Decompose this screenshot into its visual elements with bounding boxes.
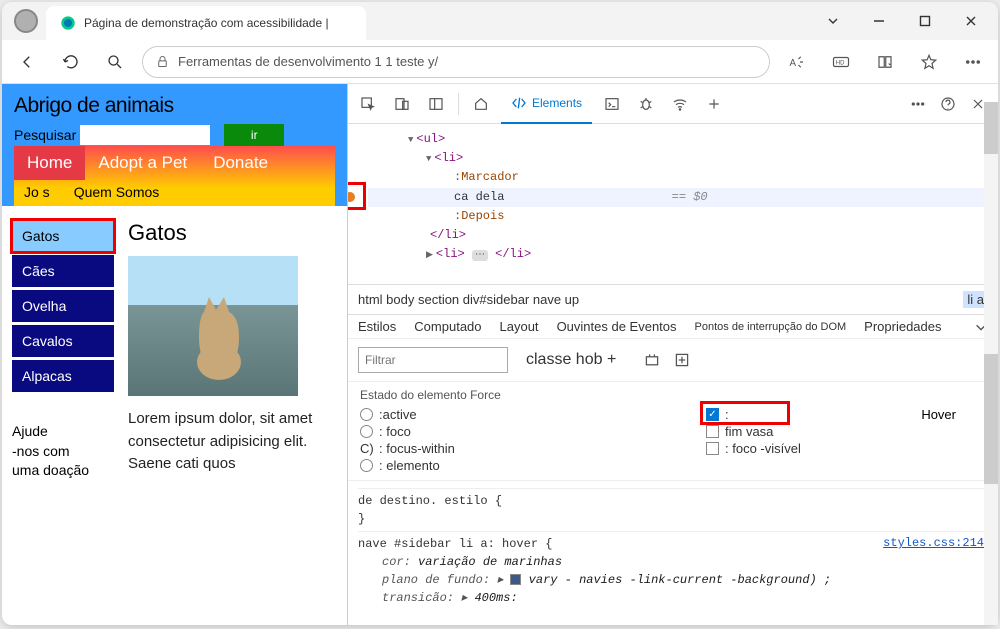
nav-jos[interactable]: Jo s	[24, 184, 50, 200]
bug-icon[interactable]	[632, 90, 660, 118]
sidebar-item-cavalos[interactable]: Cavalos	[12, 325, 114, 357]
welcome-icon[interactable]	[467, 90, 495, 118]
tab-eventos[interactable]: Ouvintes de Eventos	[557, 319, 677, 334]
address-bar[interactable]	[142, 46, 770, 78]
more-icon[interactable]	[904, 90, 932, 118]
sidebar-item-ovelha[interactable]: Ovelha	[12, 290, 114, 322]
site-title: Abrigo de animais	[14, 94, 335, 118]
chevron-down-icon[interactable]	[810, 5, 856, 37]
styles-tabs: Estilos Computado Layout Ouvintes de Eve…	[348, 315, 998, 339]
network-icon[interactable]	[666, 90, 694, 118]
radio-foco[interactable]	[360, 425, 373, 438]
back-button[interactable]	[10, 45, 44, 79]
nav-home[interactable]: Home	[14, 146, 85, 180]
device-icon[interactable]	[388, 90, 416, 118]
titlebar: Página de demonstração com acessibilidad…	[2, 2, 998, 40]
page-heading: Gatos	[128, 220, 337, 246]
tab-console-icon[interactable]	[598, 90, 626, 118]
scroll-thumb[interactable]	[984, 102, 998, 154]
search-icon[interactable]	[98, 45, 132, 79]
browser-toolbar: A HD	[2, 40, 998, 84]
panel-icon[interactable]	[422, 90, 450, 118]
refresh-button[interactable]	[54, 45, 88, 79]
help-icon[interactable]	[934, 90, 962, 118]
go-button[interactable]: ir	[224, 124, 284, 146]
tab-dom-bp[interactable]: Pontos de interrupção do DOM	[695, 321, 847, 333]
nav-quem[interactable]: Quem Somos	[74, 184, 160, 200]
browser-tab[interactable]: Página de demonstração com acessibilidad…	[46, 6, 366, 40]
devtools-toolbar: Elements	[348, 84, 998, 124]
sidebar-item-gatos[interactable]: Gatos	[12, 220, 114, 252]
cat-image	[128, 256, 298, 396]
filter-input[interactable]	[358, 347, 508, 373]
maximize-button[interactable]	[902, 5, 948, 37]
minimize-button[interactable]	[856, 5, 902, 37]
highlight-box	[700, 401, 790, 425]
favorite-icon[interactable]	[912, 45, 946, 79]
checkbox-foco-visivel[interactable]	[706, 442, 719, 455]
avatar-icon	[14, 9, 38, 33]
edge-favicon-icon	[60, 15, 76, 31]
lock-icon	[155, 54, 170, 69]
webpage: Abrigo de animais Pesquisar ir Home Adop…	[2, 84, 347, 625]
more-icon[interactable]	[956, 45, 990, 79]
scrollbar[interactable]	[984, 102, 998, 625]
hd-icon[interactable]: HD	[824, 45, 858, 79]
svg-text:A: A	[790, 57, 797, 68]
breadcrumb[interactable]: html body section div#sidebar nave up li…	[348, 284, 998, 315]
inspect-icon[interactable]	[354, 90, 382, 118]
force-state-panel: Estado do elemento Force :active : foco …	[348, 381, 998, 481]
filter-row: classe hob +	[348, 339, 998, 381]
sidebar-item-caes[interactable]: Cães	[12, 255, 114, 287]
devtools-panel: Elements <ul> <li> :Marcador	[347, 84, 998, 625]
plus-icon[interactable]	[700, 90, 728, 118]
tab-layout[interactable]: Layout	[500, 319, 539, 334]
toggle-class[interactable]: classe hob +	[526, 351, 616, 369]
sidebar: Gatos Cães Ovelha Cavalos Alpacas	[12, 220, 114, 392]
tab-props[interactable]: Propriedades	[864, 319, 941, 334]
scroll-thumb[interactable]	[984, 354, 998, 484]
tab-elements[interactable]: Elements	[501, 84, 592, 124]
nav-donate[interactable]: Donate	[200, 146, 281, 180]
tab-title: Página de demonstração com acessibilidad…	[84, 16, 352, 30]
breakpoint-dot-icon	[348, 192, 355, 202]
svg-text:HD: HD	[836, 60, 845, 66]
new-rule-icon[interactable]	[674, 352, 690, 368]
reader-icon[interactable]	[868, 45, 902, 79]
address-input[interactable]	[178, 54, 757, 69]
sidebar-item-alpacas[interactable]: Alpacas	[12, 360, 114, 392]
profile-button[interactable]	[6, 9, 46, 33]
lorem-text: Lorem ipsum dolor, sit amet consectetur …	[128, 408, 337, 476]
radio-active[interactable]	[360, 408, 373, 421]
source-link[interactable]: styles.css:214	[883, 534, 984, 552]
search-label: Pesquisar	[14, 127, 76, 143]
dom-tree[interactable]: <ul> <li> :Marcador ca dela == $0 :Depoi…	[348, 124, 998, 284]
tab-estilos[interactable]: Estilos	[358, 319, 396, 334]
search-input[interactable]	[80, 125, 210, 145]
close-button[interactable]	[948, 5, 994, 37]
hover-state-icon[interactable]	[644, 352, 660, 368]
page-header: Abrigo de animais Pesquisar ir Home Adop…	[2, 84, 347, 206]
help-text: Ajude -nos com uma doação	[12, 422, 114, 481]
nav-adopt[interactable]: Adopt a Pet	[85, 146, 200, 180]
css-rules[interactable]: de destino. estilo { } styles.css:214 na…	[348, 481, 998, 611]
tab-computado[interactable]: Computado	[414, 319, 481, 334]
read-aloud-icon[interactable]: A	[780, 45, 814, 79]
checkbox-fim-vasa[interactable]	[706, 425, 719, 438]
elements-icon	[511, 95, 527, 111]
radio-elemento[interactable]	[360, 459, 373, 472]
